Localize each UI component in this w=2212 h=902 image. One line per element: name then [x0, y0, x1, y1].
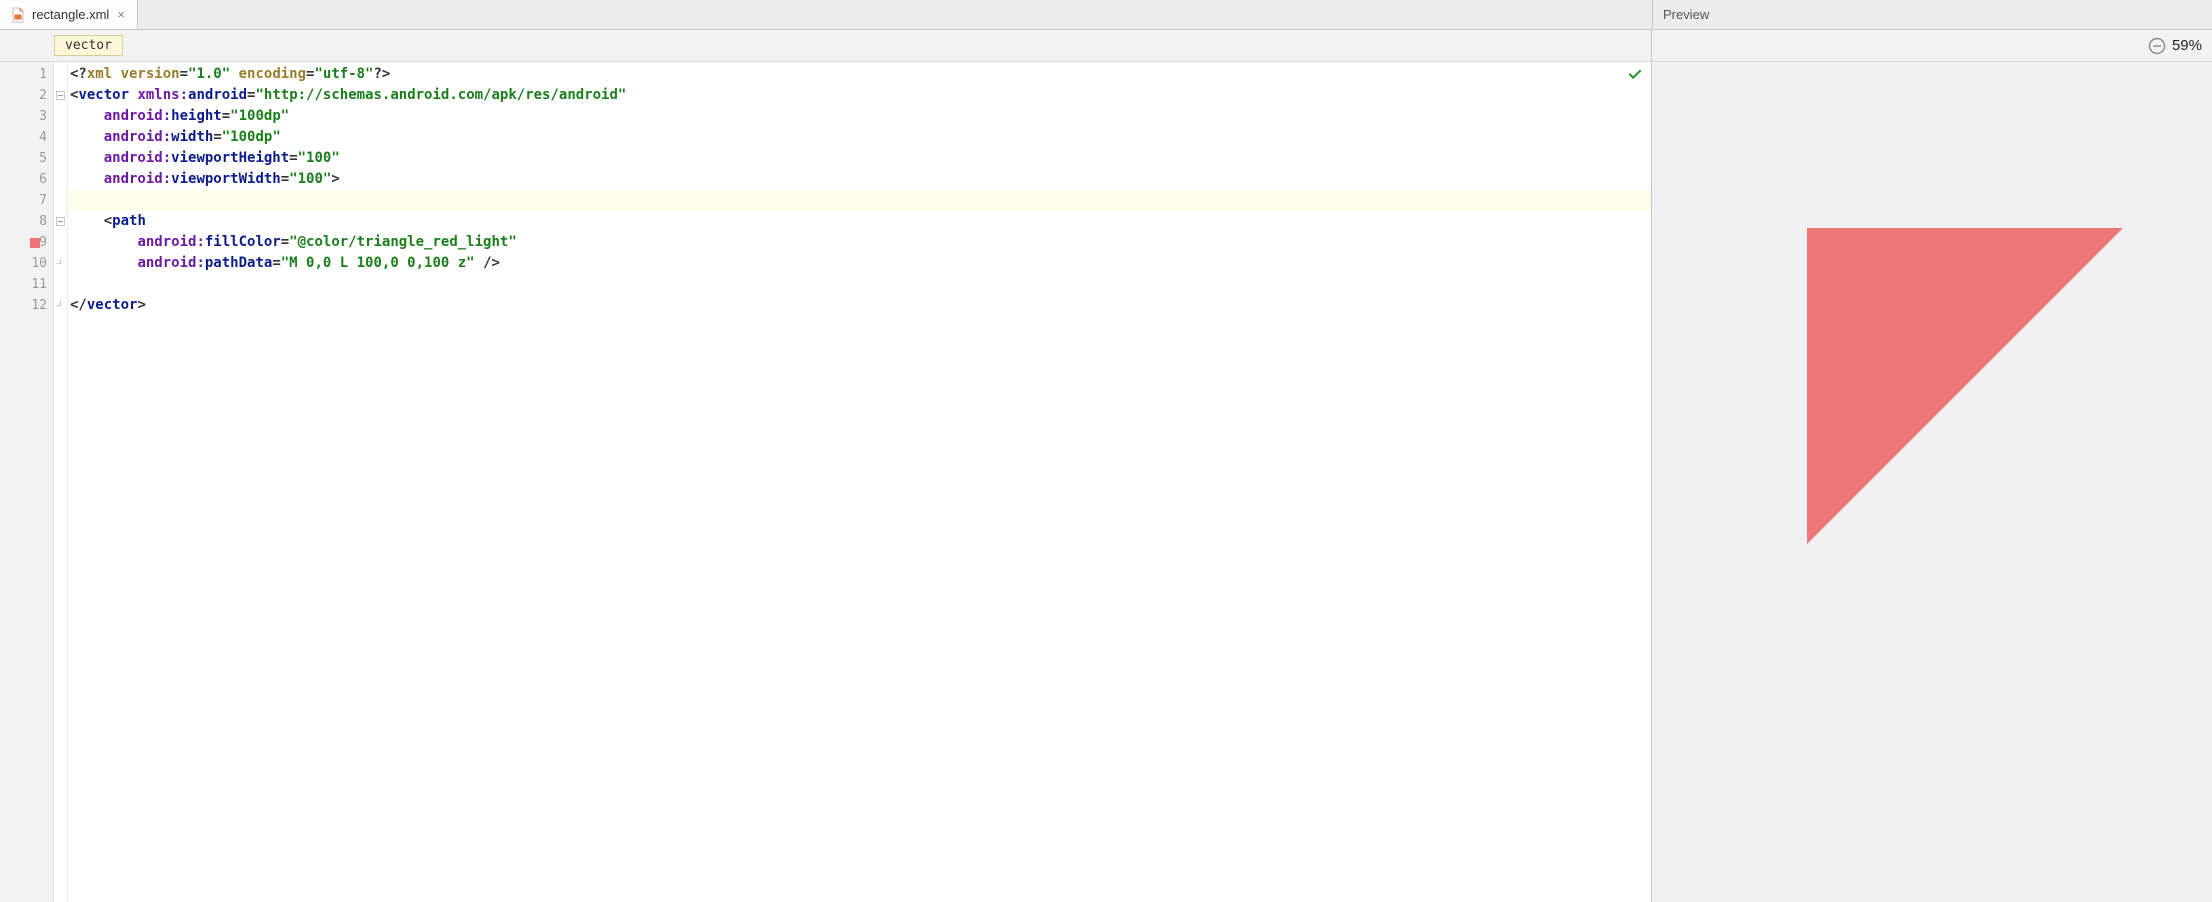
code-area[interactable]: 123456789101112 <?xml version="1.0" enco… — [0, 62, 1651, 902]
line-number: 6 — [0, 169, 53, 190]
fold-handle — [54, 190, 67, 211]
code-line[interactable] — [68, 274, 1651, 295]
code-line[interactable]: <?xml version="1.0" encoding="utf-8"?> — [68, 64, 1651, 85]
fold-handle[interactable] — [54, 211, 67, 232]
xml-file-icon — [10, 7, 26, 23]
zoom-out-icon[interactable] — [2148, 37, 2166, 55]
line-number: 12 — [0, 295, 53, 316]
code-line[interactable]: android:viewportHeight="100" — [68, 148, 1651, 169]
editor-tab[interactable]: rectangle.xml × — [0, 0, 138, 29]
inspection-pass-icon[interactable] — [1627, 66, 1643, 82]
fold-handle — [54, 64, 67, 85]
fold-handle[interactable] — [54, 85, 67, 106]
line-number: 5 — [0, 148, 53, 169]
code-line[interactable]: android:pathData="M 0,0 L 100,0 0,100 z"… — [68, 253, 1651, 274]
fold-handle — [54, 127, 67, 148]
code-line[interactable]: <path — [68, 211, 1651, 232]
code-line[interactable]: </vector> — [68, 295, 1651, 316]
preview-title-text: Preview — [1663, 7, 1709, 22]
zoom-level-label: 59% — [2172, 37, 2202, 54]
line-number: 1 — [0, 64, 53, 85]
editor-pane: vector 123456789101112 <?xml version="1.… — [0, 30, 1652, 902]
line-number: 2 — [0, 85, 53, 106]
fold-handle — [54, 232, 67, 253]
app-root: rectangle.xml × Preview vector 123456789… — [0, 0, 2212, 902]
line-number: 4 — [0, 127, 53, 148]
code-text-column[interactable]: <?xml version="1.0" encoding="utf-8"?><v… — [68, 62, 1651, 902]
code-line[interactable]: android:height="100dp" — [68, 106, 1651, 127]
fold-column — [54, 62, 68, 902]
breadcrumb-chip[interactable]: vector — [54, 35, 123, 56]
line-number: 11 — [0, 274, 53, 295]
editor-tab-filename: rectangle.xml — [32, 7, 109, 22]
line-number: 8 — [0, 211, 53, 232]
line-number-gutter: 123456789101112 — [0, 62, 54, 902]
preview-pane: 59% — [1652, 30, 2212, 902]
code-line[interactable]: android:fillColor="@color/triangle_red_l… — [68, 232, 1651, 253]
line-number: 9 — [0, 232, 53, 253]
close-tab-icon[interactable]: × — [115, 7, 127, 22]
fold-handle — [54, 253, 67, 274]
code-line[interactable]: <vector xmlns:android="http://schemas.an… — [68, 85, 1651, 106]
main-split: vector 123456789101112 <?xml version="1.… — [0, 30, 2212, 902]
fold-handle — [54, 169, 67, 190]
line-number: 7 — [0, 190, 53, 211]
fold-handle — [54, 295, 67, 316]
preview-toolbar: 59% — [1652, 30, 2212, 62]
line-number: 3 — [0, 106, 53, 127]
preview-panel-title: Preview — [1652, 0, 2212, 29]
editor-tabbar: rectangle.xml × Preview — [0, 0, 2212, 30]
gutter-color-swatch-icon[interactable] — [30, 238, 40, 248]
code-line[interactable]: android:viewportWidth="100"> — [68, 169, 1651, 190]
code-line[interactable]: android:width="100dp" — [68, 127, 1651, 148]
breadcrumb-bar: vector — [0, 30, 1651, 62]
preview-canvas[interactable] — [1652, 62, 2212, 902]
fold-handle — [54, 148, 67, 169]
code-line[interactable] — [68, 190, 1651, 211]
preview-vector-shape — [1807, 228, 2123, 544]
line-number: 10 — [0, 253, 53, 274]
fold-handle — [54, 274, 67, 295]
fold-handle — [54, 106, 67, 127]
